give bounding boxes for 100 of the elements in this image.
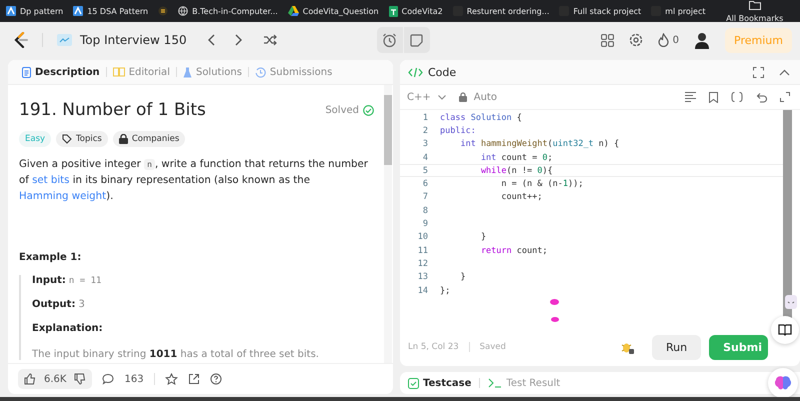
alarm-clock-icon xyxy=(382,32,397,48)
expand-icon[interactable] xyxy=(780,92,790,102)
bookmark-link[interactable]: Resturent ordering... xyxy=(466,6,550,16)
code-line[interactable]: while(n != 0){ xyxy=(440,166,553,176)
brain-button[interactable] xyxy=(768,368,798,397)
bookmark-link[interactable]: ml project xyxy=(665,6,706,16)
line-number: 5 xyxy=(422,166,428,176)
problem-title: 191. Number of 1 Bits xyxy=(19,100,207,120)
bookmark-link[interactable]: All Bookmarks xyxy=(726,14,784,22)
book-icon xyxy=(778,324,792,336)
flame-icon[interactable] xyxy=(658,33,669,47)
star-icon[interactable] xyxy=(164,372,178,386)
drive-icon[interactable] xyxy=(288,6,299,16)
example-value: 3 xyxy=(78,299,85,310)
document-icon xyxy=(22,66,31,78)
problem-list-title[interactable]: Top Interview 150 xyxy=(80,33,187,47)
timer-button[interactable] xyxy=(376,27,402,53)
braces-icon[interactable] xyxy=(731,92,743,102)
shuffle-icon[interactable] xyxy=(262,34,277,46)
streak-count: 0 xyxy=(672,34,680,46)
line-number: 7 xyxy=(422,192,428,202)
cursor-position: Ln 5, Col 23 xyxy=(408,342,459,352)
language-select[interactable]: C++ xyxy=(407,92,431,102)
collapse-icon[interactable] xyxy=(779,68,790,76)
logo-icon[interactable] xyxy=(14,32,28,48)
example-value: n = 11 xyxy=(68,276,102,286)
panel-tab[interactable]: Testcase xyxy=(408,378,472,388)
bookmark-link[interactable]: CodeVita2 xyxy=(402,6,443,16)
chevron-down-icon[interactable] xyxy=(438,94,446,100)
comment-icon[interactable] xyxy=(102,373,114,385)
code-line[interactable]: class Solution { xyxy=(440,112,522,123)
bookmark-link[interactable]: B.Tech-in-Computer... xyxy=(192,6,278,16)
thumbs-down-icon[interactable] xyxy=(74,373,86,385)
tag-chip[interactable]: Companies xyxy=(112,131,186,147)
code-line[interactable]: count++; xyxy=(440,192,542,202)
notes-button[interactable] xyxy=(404,27,430,53)
text-link[interactable]: set bits xyxy=(32,175,70,186)
save-status: Saved xyxy=(480,342,506,352)
book-button[interactable] xyxy=(771,316,799,344)
bookmark-link[interactable]: 15 DSA Pattern xyxy=(87,6,148,16)
bookmark-link[interactable]: Full stack project xyxy=(573,6,642,16)
line-number: 6 xyxy=(422,179,428,190)
example-label: Input: xyxy=(32,275,66,286)
help-icon[interactable] xyxy=(210,373,222,385)
line-number: 3 xyxy=(422,139,428,150)
checkbox-icon xyxy=(408,378,419,388)
tag-chip[interactable]: Topics xyxy=(56,131,108,147)
bookmark-link[interactable]: Dp pattern xyxy=(20,6,64,16)
problem-description: Given a positive integer n , write a function that returns the number of set bits in its binary representation (also known as the Hamming weight). xyxy=(19,158,369,204)
explanation-text: The input binary string 1011 has a total of three set bits. xyxy=(32,349,320,360)
folder-icon[interactable] xyxy=(748,0,761,10)
example-heading: Example 1: xyxy=(19,252,82,263)
spreadsheet-icon[interactable] xyxy=(388,6,398,16)
difficulty-badge: Easy xyxy=(19,131,52,147)
code-line[interactable]: n = (n & (n-1)); xyxy=(440,179,584,190)
run-button[interactable]: Run xyxy=(652,334,702,360)
lock-icon xyxy=(458,92,467,102)
panel-tab[interactable]: Description xyxy=(18,66,104,78)
mascot-icon[interactable] xyxy=(785,295,797,309)
scrollbar[interactable] xyxy=(384,85,392,363)
code-line[interactable]: } xyxy=(440,272,466,282)
format-icon[interactable] xyxy=(685,92,696,102)
undo-icon[interactable] xyxy=(756,92,767,102)
example-label: Output: xyxy=(32,299,76,310)
layout-icon[interactable] xyxy=(600,34,614,46)
fullscreen-icon[interactable] xyxy=(753,66,764,78)
settings-icon[interactable] xyxy=(628,33,643,47)
line-number: 14 xyxy=(416,286,428,296)
chevron-left-icon[interactable] xyxy=(206,34,215,46)
text-link[interactable]: Hamming weight xyxy=(19,191,106,202)
coin-icon[interactable] xyxy=(158,6,168,16)
code-line[interactable]: public: xyxy=(440,126,476,136)
share-icon[interactable] xyxy=(188,373,200,385)
book-icon xyxy=(112,67,125,77)
globe-icon[interactable] xyxy=(178,6,188,16)
solved-status: Solved xyxy=(325,104,359,116)
thumbs-up-icon[interactable] xyxy=(24,373,36,385)
note-icon xyxy=(410,34,423,46)
code-line[interactable]: return count; xyxy=(440,246,548,256)
bookmark-link[interactable]: CodeVita_Question xyxy=(302,6,379,16)
code-line[interactable]: int hammingWeight(uint32_t n) { xyxy=(440,139,620,150)
history-icon xyxy=(254,66,266,78)
mode-label[interactable]: Auto xyxy=(474,92,497,102)
line-number: 8 xyxy=(422,206,428,216)
check-circle-icon xyxy=(363,104,374,116)
app-icon[interactable] xyxy=(73,6,84,16)
code-line[interactable]: } xyxy=(440,232,486,242)
panel-title: Code xyxy=(428,66,456,78)
bookmark-icon[interactable] xyxy=(709,92,718,102)
line-number: 10 xyxy=(416,232,428,242)
brain-icon xyxy=(774,375,792,391)
code-line[interactable]: int count = 0; xyxy=(440,152,553,163)
line-number: 4 xyxy=(422,152,428,163)
avatar-icon[interactable] xyxy=(694,31,710,49)
pointer-icon xyxy=(550,299,559,305)
debug-icon[interactable] xyxy=(621,340,634,354)
line-number: 13 xyxy=(416,272,428,282)
chevron-right-icon[interactable] xyxy=(234,34,243,46)
line-number: 11 xyxy=(416,246,428,256)
code-line[interactable]: }; xyxy=(440,286,450,296)
